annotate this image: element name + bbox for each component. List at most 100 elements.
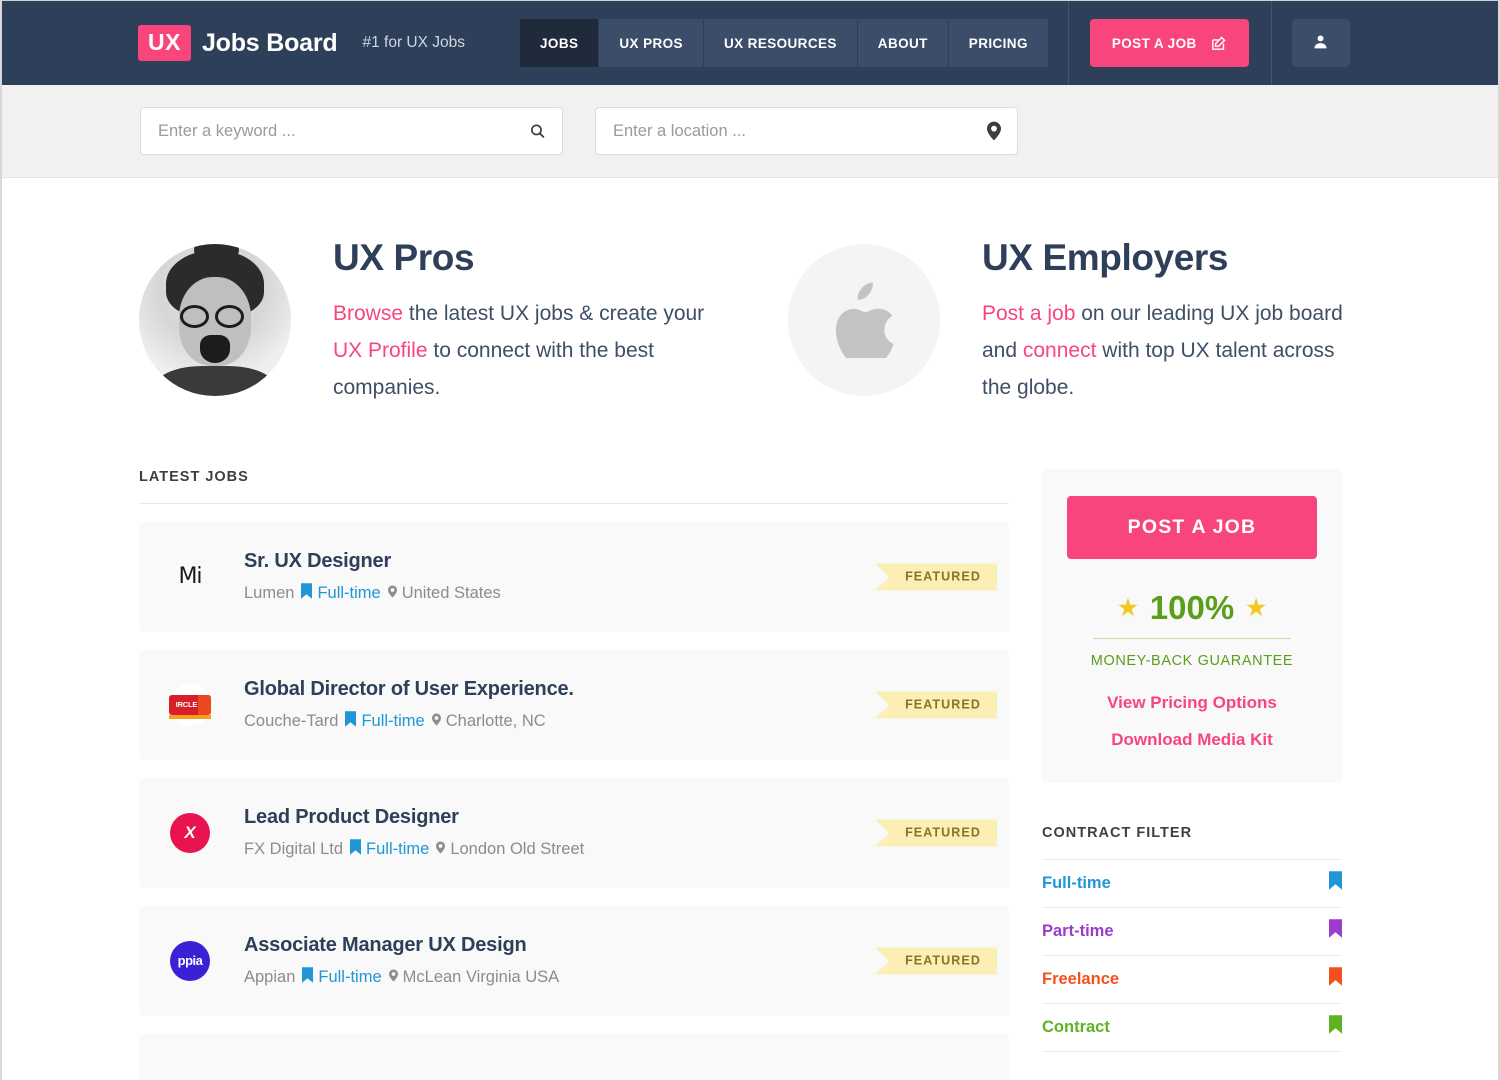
promo-card: POST A JOB ★ 100% ★ MONEY-BACK GUARANTEE… — [1042, 468, 1342, 783]
filter-label: Part-time — [1042, 921, 1114, 940]
hero-ux-employers-text: UX Employers Post a job on our leading U… — [982, 237, 1362, 407]
connect-link[interactable]: connect — [1023, 339, 1097, 362]
job-contract[interactable]: Full-time — [345, 711, 425, 732]
brand-logo[interactable]: UX Jobs Board — [138, 25, 338, 61]
filter-item-full-time[interactable]: Full-time — [1042, 860, 1342, 908]
job-location: London Old Street — [436, 840, 584, 859]
nav-item-about[interactable]: ABOUT — [857, 19, 949, 67]
status-badge: FEATURED — [875, 691, 997, 719]
filter-item-part-time[interactable]: Part-time — [1042, 908, 1342, 956]
filter-label: Contract — [1042, 1017, 1110, 1036]
job-meta: FX Digital Ltd Full-time London Old Stre… — [244, 839, 584, 860]
search-bar — [2, 85, 1498, 178]
latest-jobs-heading: LATEST JOBS — [139, 469, 1009, 504]
job-location-label: United States — [401, 583, 501, 602]
ux-profile-link[interactable]: UX Profile — [333, 339, 428, 362]
keyword-field-wrap — [140, 107, 563, 155]
divider — [1093, 637, 1291, 639]
circle-k-logo: IRCLE K — [169, 683, 211, 726]
view-pricing-options-link[interactable]: View Pricing Options — [1067, 693, 1317, 713]
browse-link[interactable]: Browse — [333, 302, 403, 325]
star-icon: ★ — [1246, 594, 1266, 620]
hero-ux-employers: UX Employers Post a job on our leading U… — [788, 237, 1362, 407]
hero-ux-pros-title: UX Pros — [333, 237, 475, 278]
hero-ux-pros-body: Browse the latest UX jobs & create your … — [333, 295, 728, 407]
post-a-job-button[interactable]: POST A JOB — [1089, 19, 1249, 67]
job-company: Lumen — [244, 583, 295, 602]
job-location: United States — [387, 583, 501, 603]
job-meta: Couche-Tard Full-time Charlotte, NC — [244, 711, 574, 732]
job-contract[interactable]: Full-time — [302, 967, 382, 988]
brand-name: Jobs Board — [201, 28, 338, 57]
job-info: Sr. UX Designer Lumen Full-time United S… — [244, 550, 501, 604]
map-pin-icon — [387, 584, 397, 603]
job-title[interactable]: Global Director of User Experience. — [244, 678, 574, 701]
filter-label: Freelance — [1042, 969, 1120, 988]
hero-ux-pros: UX Pros Browse the latest UX jobs & crea… — [139, 237, 728, 407]
job-company: Appian — [244, 967, 296, 986]
nav-item-pricing[interactable]: PRICING — [948, 19, 1048, 67]
job-title[interactable]: Sr. UX Designer — [244, 550, 501, 573]
search-icon[interactable] — [529, 123, 546, 140]
job-info: Global Director of User Experience. Couc… — [244, 678, 574, 732]
nav-item-ux-pros[interactable]: UX PROS — [599, 19, 704, 67]
map-pin-icon — [388, 968, 398, 987]
lumen-logo: Mi — [178, 564, 202, 590]
bookmark-icon — [302, 967, 314, 988]
job-location: McLean Virginia USA — [388, 968, 559, 987]
job-info: Associate Manager UX Design Appian Full-… — [244, 934, 559, 988]
status-badge: FEATURED — [875, 819, 997, 847]
job-meta: Lumen Full-time United States — [244, 583, 501, 604]
guarantee-value: 100% — [1149, 588, 1235, 626]
post-a-job-link[interactable]: Post a job — [982, 302, 1075, 325]
bookmark-icon — [1329, 871, 1342, 895]
table-row[interactable]: X Lead Product Designer FX Digital Ltd F… — [139, 777, 1009, 888]
job-title[interactable]: Associate Manager UX Design — [244, 934, 559, 957]
table-row[interactable] — [139, 1033, 1009, 1080]
job-title[interactable]: Lead Product Designer — [244, 806, 584, 829]
post-a-job-label: POST A JOB — [1111, 35, 1197, 51]
job-contract[interactable]: Full-time — [350, 839, 429, 860]
table-row[interactable]: IRCLE K Global Director of User Experien… — [139, 649, 1009, 760]
job-contract-label: Full-time — [366, 839, 430, 858]
bookmark-icon — [301, 583, 313, 604]
search-input[interactable] — [141, 121, 562, 141]
job-company: Couche-Tard — [244, 711, 339, 730]
hero-ux-employers-title: UX Employers — [982, 237, 1229, 278]
map-pin-icon[interactable] — [987, 121, 1001, 141]
job-location-label: Charlotte, NC — [445, 711, 546, 730]
nav-item-ux-resources[interactable]: UX RESOURCES — [703, 19, 858, 67]
table-row[interactable]: ppia Associate Manager UX Design Appian … — [139, 905, 1009, 1016]
location-input[interactable] — [596, 121, 1017, 141]
nav-item-jobs[interactable]: JOBS — [520, 19, 600, 67]
status-badge: FEATURED — [875, 563, 997, 591]
hero-ux-employers-body: Post a job on our leading UX job board a… — [982, 295, 1362, 407]
filter-item-freelance[interactable]: Freelance — [1042, 956, 1342, 1004]
job-contract[interactable]: Full-time — [301, 583, 381, 604]
appian-logo: ppia — [169, 940, 211, 982]
sidebar: POST A JOB ★ 100% ★ MONEY-BACK GUARANTEE… — [1042, 468, 1342, 1080]
job-location-label: London Old Street — [450, 839, 585, 858]
job-contract-label: Full-time — [318, 967, 382, 986]
job-location: Charlotte, NC — [431, 711, 546, 731]
filter-label: Full-time — [1042, 873, 1111, 892]
page-root: UX Jobs Board #1 for UX Jobs JOBS UX PRO… — [0, 0, 1500, 1080]
table-row[interactable]: Mi Sr. UX Designer Lumen Full-time Unite… — [139, 521, 1009, 632]
compose-icon — [1210, 35, 1227, 52]
nav-divider — [1067, 1, 1069, 85]
bookmark-icon — [345, 711, 357, 732]
main-nav: JOBS UX PROS UX RESOURCES ABOUT PRICING — [520, 19, 1048, 67]
brand-badge: UX — [138, 25, 191, 61]
apple-logo-icon — [788, 244, 940, 396]
bookmark-icon — [1329, 919, 1342, 943]
location-field-wrap — [595, 107, 1018, 155]
fx-digital-logo: X — [169, 812, 211, 854]
jobs-column: LATEST JOBS Mi Sr. UX Designer Lumen Ful… — [139, 469, 1009, 1080]
user-icon — [1312, 33, 1329, 54]
filter-item-contract[interactable]: Contract — [1042, 1004, 1342, 1052]
account-button[interactable] — [1291, 19, 1350, 67]
download-media-kit-link[interactable]: Download Media Kit — [1067, 730, 1317, 750]
guarantee-value-row: ★ 100% ★ — [1067, 589, 1317, 627]
sidebar-post-a-job-button[interactable]: POST A JOB — [1067, 495, 1317, 559]
job-contract-label: Full-time — [317, 583, 381, 602]
